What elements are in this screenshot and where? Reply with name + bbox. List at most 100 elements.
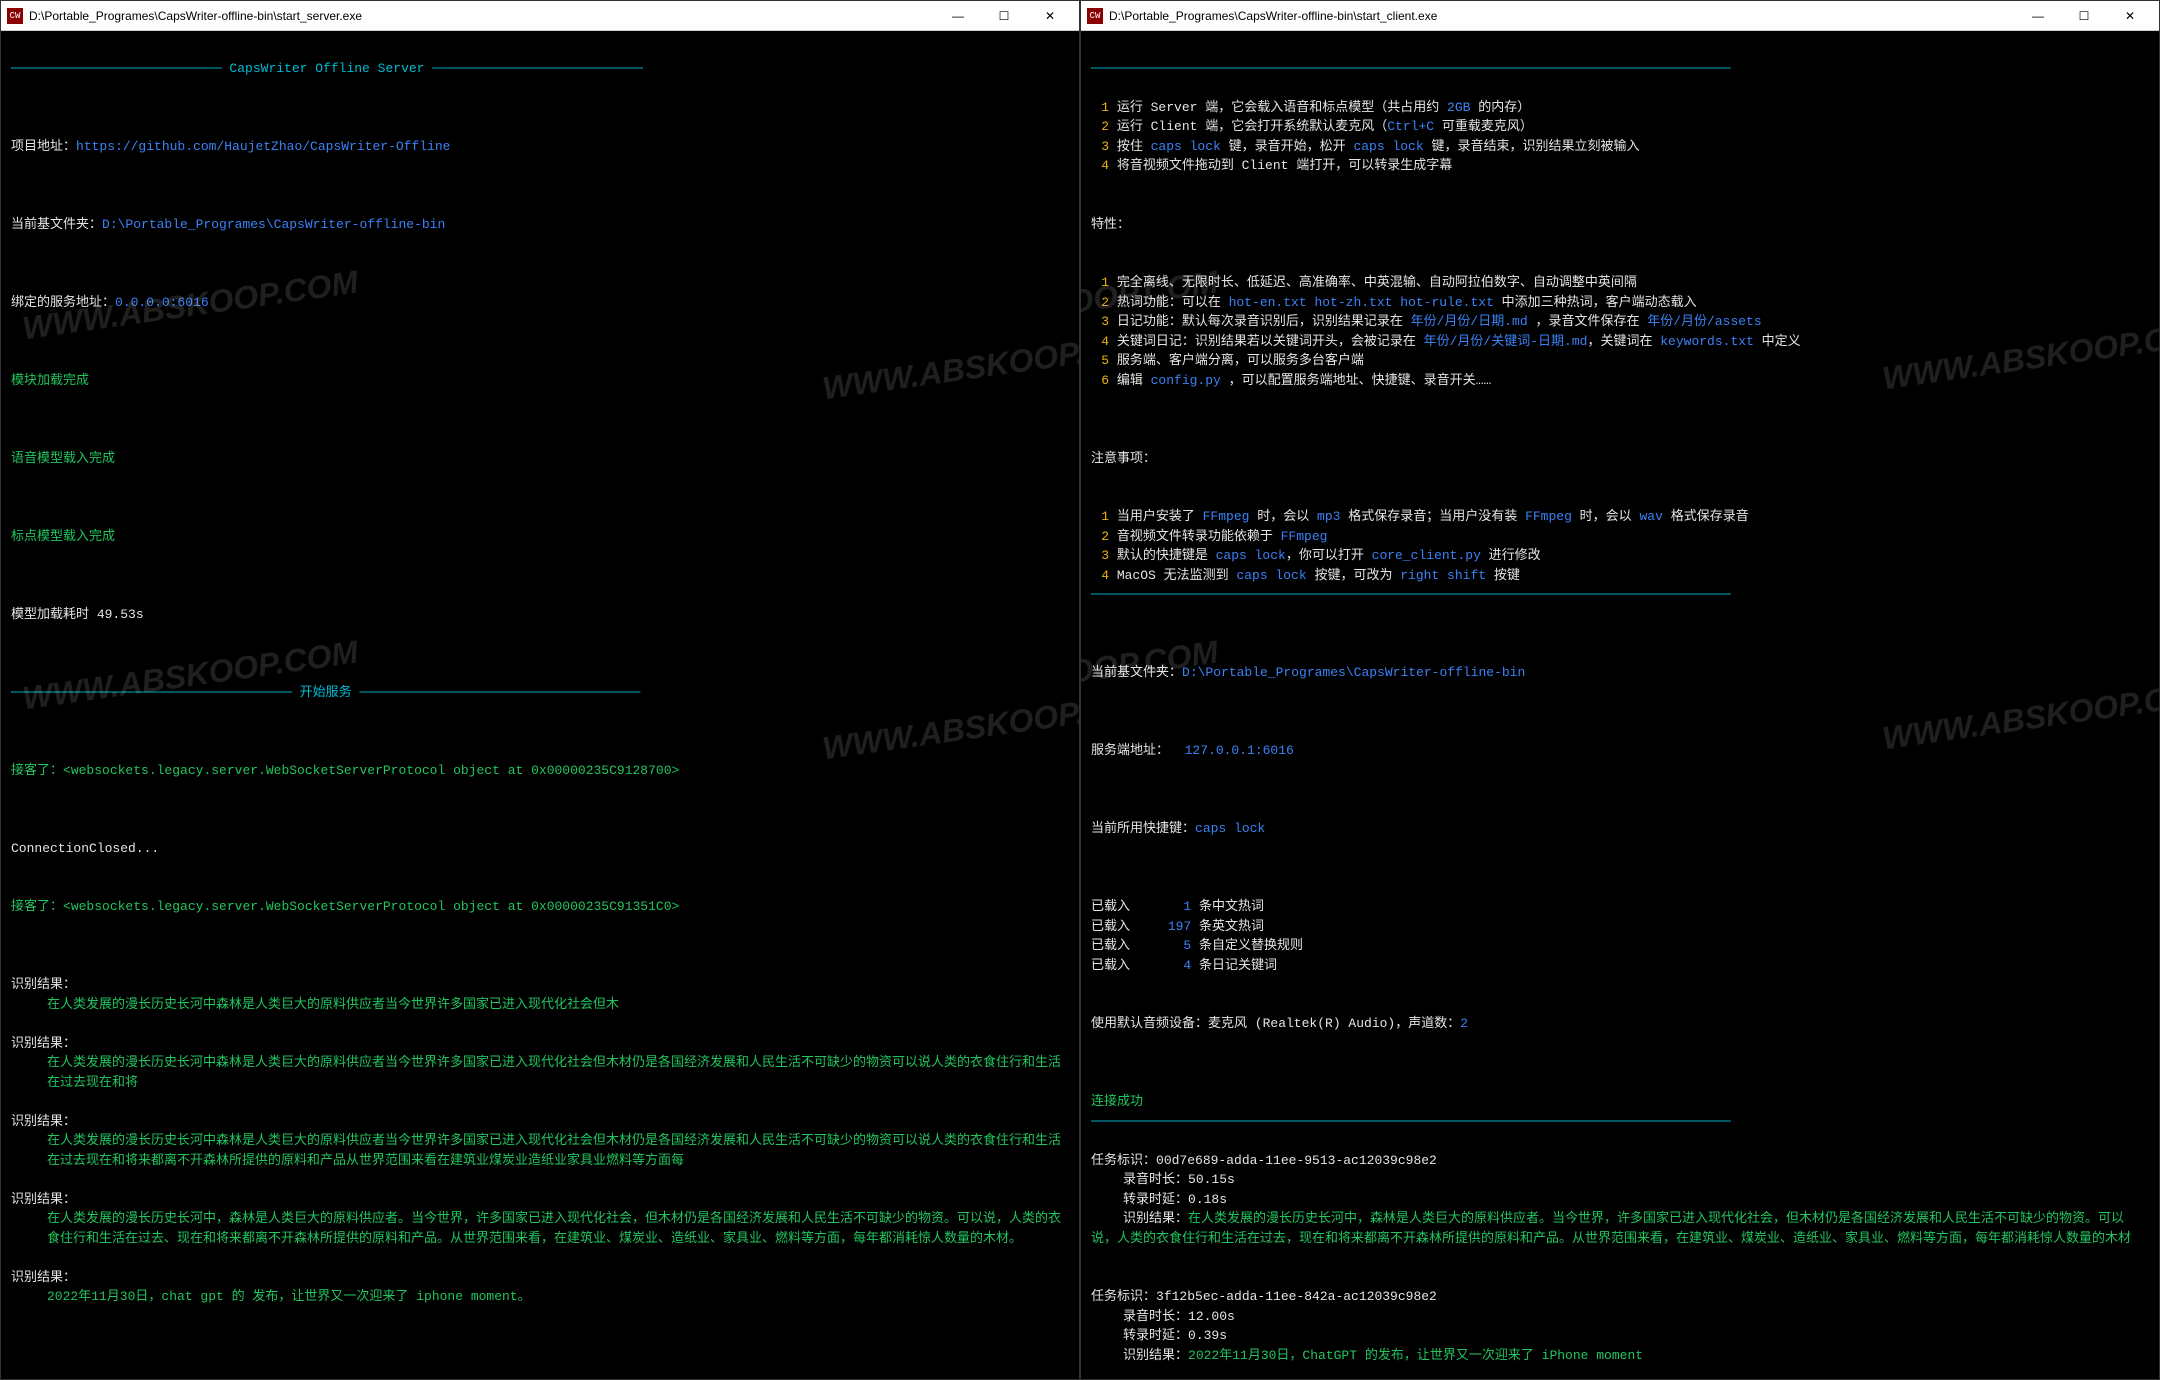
loaded-count: 4 bbox=[1161, 956, 1191, 976]
highlight: 年份/月份/assets bbox=[1647, 314, 1761, 329]
accept-label: 接客了： bbox=[11, 899, 63, 914]
divider: ────────────────────────────────────────… bbox=[1091, 585, 2149, 605]
audio-channels: 2 bbox=[1460, 1016, 1468, 1031]
result-label: 识别结果： bbox=[11, 1114, 76, 1129]
rec-time: 12.00s bbox=[1188, 1309, 1235, 1324]
watermark: WWW.ABSKOOP.COM bbox=[1879, 668, 2159, 763]
client-window: CW D:\Portable_Programes\CapsWriter-offl… bbox=[1080, 0, 2160, 1380]
connection-ok: 连接成功 bbox=[1091, 1094, 1143, 1109]
note-text: 音视频文件转录功能依赖于 bbox=[1117, 529, 1281, 544]
minimize-button[interactable]: — bbox=[2015, 2, 2061, 30]
highlight: 2GB bbox=[1447, 100, 1470, 115]
list-num: 4 bbox=[1091, 156, 1109, 176]
loaded-text: 条日记关键词 bbox=[1199, 958, 1277, 973]
loaded-count: 1 bbox=[1161, 897, 1191, 917]
minimize-button[interactable]: — bbox=[935, 2, 981, 30]
loaded-text: 条中文热词 bbox=[1199, 899, 1264, 914]
trans-time-label: 转录时延： bbox=[1123, 1328, 1188, 1343]
highlight: wav bbox=[1639, 509, 1662, 524]
client-title: D:\Portable_Programes\CapsWriter-offline… bbox=[1109, 9, 2015, 23]
close-button[interactable]: ✕ bbox=[1027, 2, 1073, 30]
result-label: 识别结果： bbox=[11, 1192, 76, 1207]
highlight: right shift bbox=[1400, 568, 1486, 583]
result-text: 在人类发展的漫长历史长河中森林是人类巨大的原料供应者当今世界许多国家已进入现代化… bbox=[11, 995, 1069, 1015]
punct-loaded-msg: 标点模型载入完成 bbox=[11, 529, 115, 544]
note-text: 当用户安装了 bbox=[1117, 509, 1203, 524]
result-label: 识别结果： bbox=[1123, 1348, 1188, 1363]
list-num: 1 bbox=[1091, 98, 1109, 118]
usage-text: 将音视频文件拖动到 Client 端打开，可以转录生成字幕 bbox=[1117, 158, 1452, 173]
list-num: 2 bbox=[1091, 293, 1109, 313]
list-num: 3 bbox=[1091, 137, 1109, 157]
accept-label: 接客了： bbox=[11, 763, 63, 778]
feature-text: 服务端、客户端分离，可以服务多台客户端 bbox=[1117, 353, 1364, 368]
task-id: 00d7e689-adda-11ee-9513-ac12039c98e2 bbox=[1156, 1153, 1437, 1168]
app-icon: CW bbox=[1087, 8, 1103, 24]
loaded-label: 已载入 bbox=[1091, 958, 1130, 973]
rec-time-label: 录音时长： bbox=[1123, 1172, 1188, 1187]
loaded-label: 已载入 bbox=[1091, 899, 1130, 914]
audio-device-label: 使用默认音频设备：麦克风 (Realtek(R) Audio)，声道数： bbox=[1091, 1016, 1460, 1031]
highlight: mp3 bbox=[1317, 509, 1340, 524]
watermark: WWW.ABSKOOP.COM bbox=[19, 628, 361, 723]
base-folder-path: D:\Portable_Programes\CapsWriter-offline… bbox=[102, 217, 445, 232]
server-addr-label: 服务端地址： bbox=[1091, 743, 1185, 758]
task-id-label: 任务标识： bbox=[1091, 1289, 1156, 1304]
highlight: Ctrl+C bbox=[1387, 119, 1434, 134]
list-num: 1 bbox=[1091, 273, 1109, 293]
highlight: caps lock bbox=[1236, 568, 1306, 583]
rec-time: 50.15s bbox=[1188, 1172, 1235, 1187]
start-service-banner: ──────────────────────────────────── 开始服… bbox=[11, 683, 1069, 703]
server-addr: 127.0.0.1:6016 bbox=[1185, 743, 1294, 758]
highlight: 年份/月份/日期.md bbox=[1411, 314, 1528, 329]
result-text: 2022年11月30日，ChatGPT 的发布，让世界又一次迎来了 iPhone… bbox=[1188, 1348, 1643, 1363]
notes-label: 注意事项： bbox=[1091, 451, 1156, 466]
voice-loaded-msg: 语音模型载入完成 bbox=[11, 451, 115, 466]
base-folder-path: D:\Portable_Programes\CapsWriter-offline… bbox=[1182, 665, 1525, 680]
project-label: 项目地址： bbox=[11, 139, 76, 154]
highlight: FFmpeg bbox=[1281, 529, 1328, 544]
highlight: keywords.txt bbox=[1660, 334, 1754, 349]
list-num: 5 bbox=[1091, 351, 1109, 371]
usage-text: 按住 bbox=[1117, 139, 1151, 154]
divider: ────────────────────────────────────────… bbox=[1091, 1112, 2149, 1132]
trans-time-label: 转录时延： bbox=[1123, 1192, 1188, 1207]
window-controls: — ☐ ✕ bbox=[2015, 2, 2153, 30]
feature-text: 编辑 bbox=[1117, 373, 1151, 388]
loaded-text: 条英文热词 bbox=[1199, 919, 1264, 934]
server-window: CW D:\Portable_Programes\CapsWriter-offl… bbox=[0, 0, 1080, 1380]
module-loaded-msg: 模块加载完成 bbox=[11, 373, 89, 388]
client-titlebar[interactable]: CW D:\Portable_Programes\CapsWriter-offl… bbox=[1081, 1, 2159, 31]
result-label: 识别结果： bbox=[11, 1036, 76, 1051]
list-num: 6 bbox=[1091, 371, 1109, 391]
client-terminal[interactable]: ────────────────────────────────────────… bbox=[1081, 31, 2159, 1379]
features-label: 特性： bbox=[1091, 217, 1130, 232]
highlight: caps lock bbox=[1151, 139, 1221, 154]
note-text: MacOS 无法监测到 bbox=[1117, 568, 1237, 583]
bind-addr: 0.0.0.0:6016 bbox=[115, 295, 209, 310]
connection-closed: ConnectionClosed... bbox=[11, 841, 159, 856]
highlight: 年份/月份/关键词-日期.md bbox=[1424, 334, 1588, 349]
list-num: 3 bbox=[1091, 546, 1109, 566]
list-num: 1 bbox=[1091, 507, 1109, 527]
hotkey-value: caps lock bbox=[1195, 821, 1265, 836]
feature-text: 关键词日记：识别结果若以关键词开头，会被记录在 bbox=[1117, 334, 1424, 349]
note-text: 默认的快捷键是 bbox=[1117, 548, 1216, 563]
window-controls: — ☐ ✕ bbox=[935, 2, 1073, 30]
server-terminal[interactable]: ─────────────────────────── CapsWriter O… bbox=[1, 31, 1079, 1379]
usage-text: 运行 Server 端，它会载入语音和标点模型（共占用约 bbox=[1117, 100, 1447, 115]
result-label: 识别结果： bbox=[11, 977, 76, 992]
watermark: WWW.ABSKOOP.COM bbox=[819, 318, 1079, 413]
highlight: core_client.py bbox=[1372, 548, 1481, 563]
loaded-label: 已载入 bbox=[1091, 919, 1130, 934]
project-url: https://github.com/HaujetZhao/CapsWriter… bbox=[76, 139, 450, 154]
maximize-button[interactable]: ☐ bbox=[981, 2, 1027, 30]
maximize-button[interactable]: ☐ bbox=[2061, 2, 2107, 30]
app-icon: CW bbox=[7, 8, 23, 24]
hotkey-label: 当前所用快捷键： bbox=[1091, 821, 1195, 836]
result-text: 在人类发展的漫长历史长河中，森林是人类巨大的原料供应者。当今世界，许多国家已进入… bbox=[1091, 1211, 2131, 1246]
list-num: 2 bbox=[1091, 117, 1109, 137]
close-button[interactable]: ✕ bbox=[2107, 2, 2153, 30]
list-num: 4 bbox=[1091, 566, 1109, 586]
server-titlebar[interactable]: CW D:\Portable_Programes\CapsWriter-offl… bbox=[1, 1, 1079, 31]
